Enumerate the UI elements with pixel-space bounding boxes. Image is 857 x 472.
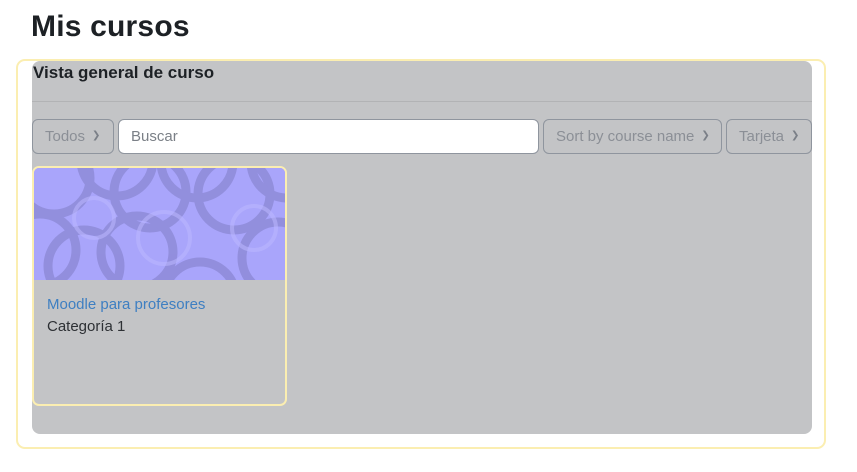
chevron-down-icon: ❯: [791, 130, 800, 141]
course-name-link[interactable]: Moodle para profesores: [47, 296, 205, 313]
divider: [32, 101, 812, 102]
chevron-down-icon: ❯: [701, 130, 710, 141]
grouping-dropdown-label: Todos: [45, 128, 86, 145]
sort-dropdown-label: Sort by course name: [556, 128, 695, 145]
page-title: Mis cursos: [31, 10, 190, 43]
search-input[interactable]: [118, 119, 539, 154]
view-dropdown-label: Tarjeta: [739, 128, 785, 145]
course-overview-block: Vista general de curso Todos ❯ Sort by c…: [32, 61, 812, 434]
sort-dropdown[interactable]: Sort by course name ❯: [543, 119, 722, 154]
view-dropdown[interactable]: Tarjeta ❯: [726, 119, 812, 154]
block-title: Vista general de curso: [33, 63, 215, 82]
course-category: Categoría 1: [47, 318, 126, 335]
chevron-down-icon: ❯: [92, 130, 101, 141]
grouping-dropdown[interactable]: Todos ❯: [32, 119, 114, 154]
course-pattern-image[interactable]: [34, 168, 285, 280]
course-card[interactable]: Moodle para profesores Categoría 1: [32, 166, 287, 406]
